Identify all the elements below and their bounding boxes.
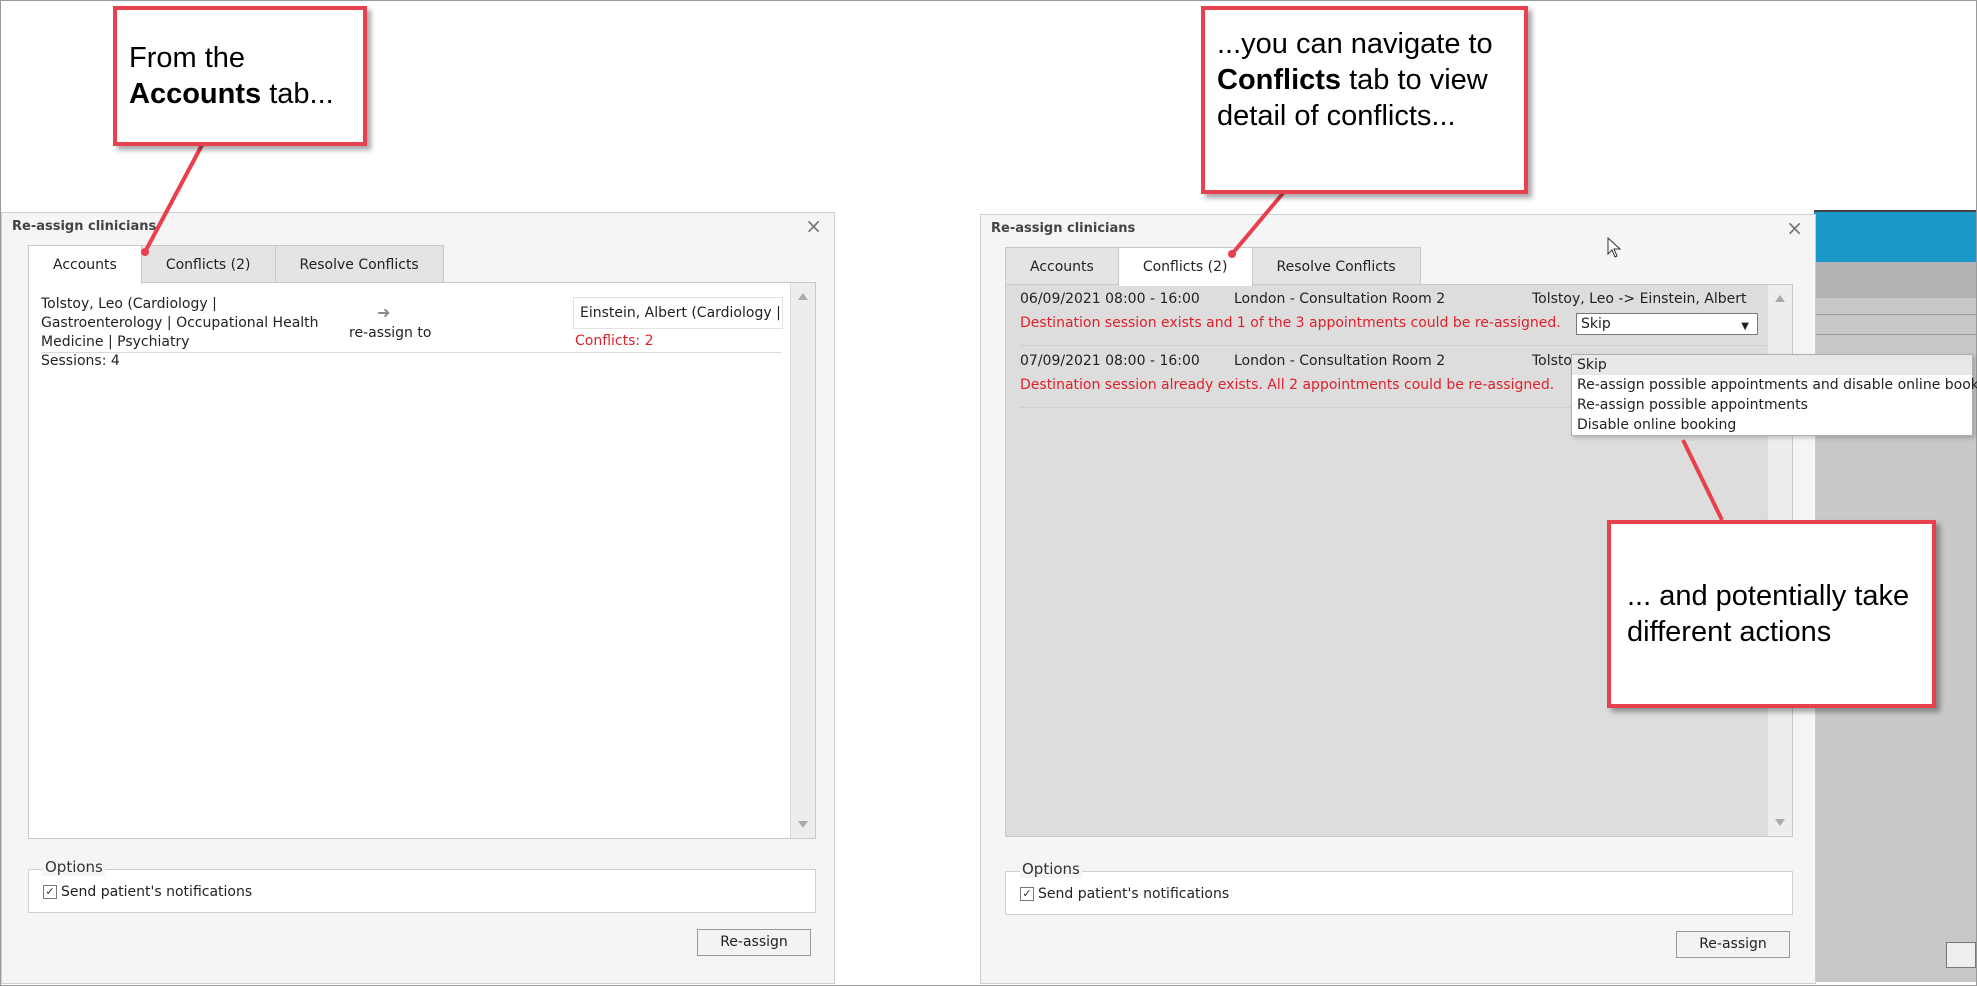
callout-accounts-bold: Accounts: [129, 78, 262, 110]
mouse-cursor-icon: [1607, 237, 1622, 258]
callout-conflicts-bold: Conflicts: [1217, 64, 1342, 96]
conflicts-callout-pointer: [1230, 190, 1286, 256]
accounts-callout-pointer: [143, 144, 204, 253]
callout-accounts-text-end: tab...: [269, 78, 334, 110]
callout-accounts: From the Accounts tab...: [113, 6, 367, 146]
callout-conflicts-text: ...you can navigate to: [1217, 28, 1493, 60]
callout-pointers: [141, 144, 1724, 521]
accounts-pointer-dot: [141, 248, 149, 256]
callout-conflicts: ...you can navigate to Conflicts tab to …: [1201, 6, 1528, 194]
conflicts-pointer-dot: [1228, 250, 1236, 258]
callout-accounts-text: From the: [129, 42, 246, 74]
callout-actions-text: ... and potentially take different actio…: [1627, 580, 1910, 648]
actions-callout-pointer: [1681, 439, 1724, 521]
callout-actions: ... and potentially take different actio…: [1607, 520, 1936, 708]
